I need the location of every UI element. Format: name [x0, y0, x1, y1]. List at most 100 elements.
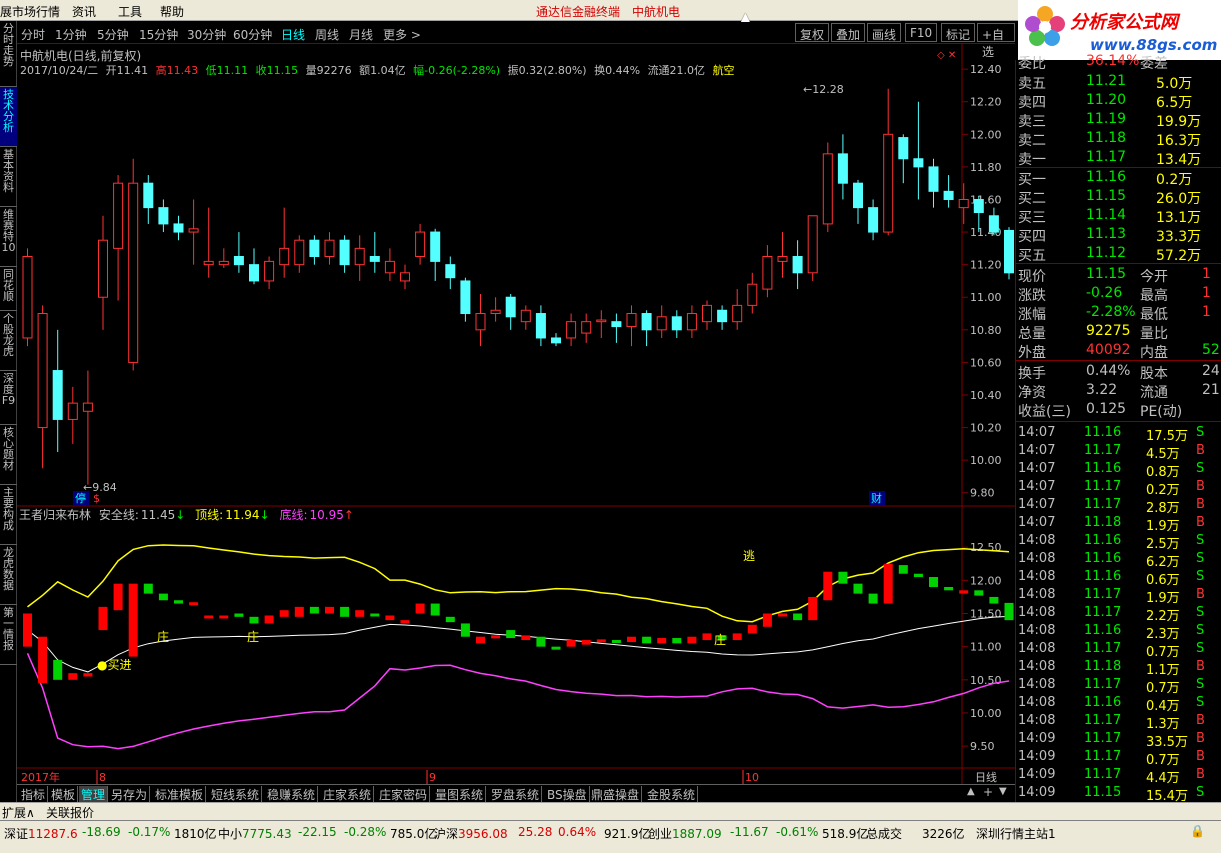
draw-line-button[interactable]: 画线 [867, 23, 902, 42]
vtab-dragon-data[interactable]: 龙虎数据 [0, 545, 17, 605]
candle-down [460, 280, 471, 315]
candle-up [279, 247, 290, 266]
tab-bs-trade[interactable]: BS操盘 [545, 786, 590, 802]
indicator-bar [340, 606, 350, 617]
menu-news[interactable]: 资讯 [72, 3, 96, 20]
indicator-bar [1004, 602, 1014, 621]
stat-row: 涨跌 -0.26 最高 1 [1018, 285, 1211, 304]
kline-chart[interactable]: 12.4012.2012.0011.8011.6011.4011.2011.00… [17, 44, 1015, 788]
vtab-composition[interactable]: 主要构成 [0, 485, 17, 545]
menu-market[interactable]: 展市场行情 [0, 3, 60, 20]
related-quote-button[interactable]: 关联报价 [46, 804, 94, 821]
candle-up [67, 402, 78, 420]
tab-steady-system[interactable]: 稳赚系统 [265, 786, 319, 802]
tab-dealer-system[interactable]: 庄家系统 [321, 786, 375, 802]
indicator-bar [204, 615, 214, 619]
indicator-bar [581, 640, 591, 645]
tab-indicator[interactable]: 指标 [19, 786, 49, 802]
sz-amount: 1810亿 [174, 827, 217, 841]
bollinger-indicator: ●买进 庄 庄 庄 逃 [23, 544, 1014, 750]
svg-text:2017年: 2017年 [21, 770, 60, 784]
tab-template[interactable]: 模板 [49, 786, 79, 802]
vtab-tonghuashun[interactable]: 同花顺 [0, 267, 17, 311]
menu-tools[interactable]: 工具 [118, 3, 142, 20]
ask-level: 卖四 11.20 6.5万 [1018, 92, 1193, 111]
period-60min[interactable]: 60分钟 [233, 26, 272, 43]
status-bar: 深证11287.6 -18.69 -0.17% 1810亿 中小7775.43 … [0, 820, 1221, 853]
indicator-bar [113, 583, 123, 611]
tab-short-system[interactable]: 短线系统 [209, 786, 263, 802]
vtab-intraday[interactable]: 分时走势 [0, 21, 17, 87]
candle-down [792, 256, 803, 274]
tab-standard-template[interactable]: 标准模板 [153, 786, 207, 802]
tab-dealer-code[interactable]: 庄家密码 [377, 786, 431, 802]
price-tick-label: 10.80 [970, 324, 1002, 337]
overlay-button[interactable]: 叠加 [831, 23, 866, 42]
candle-down [717, 309, 728, 323]
vtab-dragon-tiger[interactable]: 个股龙虎 [0, 311, 17, 371]
scroll-right-icon[interactable]: ▼ [999, 786, 1007, 797]
vtab-technical[interactable]: 技术分析 [0, 87, 17, 147]
mark-button[interactable]: 标记 [941, 23, 976, 42]
hs-amount: 921.9亿 [604, 827, 651, 841]
period-fenshi[interactable]: 分时 [21, 26, 45, 43]
candle-down [913, 158, 924, 168]
indicator-bar [506, 630, 516, 639]
vtab-first-intel[interactable]: 第一情报 [0, 605, 17, 665]
menu-help[interactable]: 帮助 [160, 3, 184, 20]
tab-save-as[interactable]: 另存为 [109, 786, 151, 802]
expand-button[interactable]: 扩展∧ [2, 804, 35, 821]
period-daily[interactable]: 日线 [281, 26, 305, 43]
close-chart-icon[interactable]: ◇ ✕ [937, 50, 956, 61]
dollar-marker[interactable]: $ [93, 492, 100, 505]
period-toolbar: 分时 1分钟 5分钟 15分钟 30分钟 60分钟 日线 周线 月线 更多 > … [17, 22, 1015, 59]
tab-dingsheng-trade[interactable]: 鼎盛操盘 [589, 786, 643, 802]
zx-change: -22.15 [298, 825, 337, 839]
period-1min[interactable]: 1分钟 [55, 26, 87, 43]
candle-down [430, 231, 441, 262]
tab-compass-system[interactable]: 罗盘系统 [489, 786, 543, 802]
tab-golden-stock[interactable]: 金股系统 [645, 786, 699, 802]
vtab-weisaite[interactable]: 维赛特10 [0, 207, 17, 267]
vtab-depth-f9[interactable]: 深度F9 [0, 371, 17, 425]
period-15min[interactable]: 15分钟 [139, 26, 178, 43]
stop-marker[interactable]: 停 [75, 491, 86, 505]
vtab-basic-info[interactable]: 基本资料 [0, 147, 17, 207]
tab-manage[interactable]: 管理 [79, 786, 109, 802]
fuquan-button[interactable]: 复权 [795, 23, 830, 42]
finance-marker[interactable]: 财 [871, 491, 882, 505]
candle-down [853, 182, 863, 209]
indicator-bar [702, 633, 712, 641]
server-station[interactable]: 深圳行情主站1 [976, 825, 1056, 842]
candle-down [369, 256, 380, 262]
indicator-bar [128, 583, 138, 657]
add-favorite-button[interactable]: +自选 [977, 23, 1015, 59]
f10-button[interactable]: F10 [905, 23, 938, 42]
scroll-add-icon[interactable]: + [983, 785, 993, 799]
indicator-bar [883, 563, 893, 604]
candle-up [566, 321, 577, 339]
period-30min[interactable]: 30分钟 [187, 26, 226, 43]
vtab-core-theme[interactable]: 核心题材 [0, 425, 17, 485]
candle-up [415, 231, 426, 258]
indicator-bar [189, 602, 199, 606]
tab-volume-system[interactable]: 量图系统 [433, 786, 487, 802]
indicator-axis: 12.50 12.00 11.50 11.00 10.50 10.00 9.50 [962, 541, 1002, 753]
candle-up [324, 239, 335, 258]
lock-icon[interactable]: 🔒 [1190, 824, 1205, 838]
indicator-bar [325, 606, 334, 614]
indicator-bar [294, 606, 304, 617]
period-monthly[interactable]: 月线 [349, 26, 373, 43]
scroll-left-icon[interactable]: ▲ [967, 786, 975, 797]
candle-up [98, 239, 108, 298]
stat-row: 外盘 40092 内盘 52 [1018, 342, 1220, 361]
candle-down [988, 215, 999, 233]
ind-tick-label: 12.00 [970, 574, 1002, 587]
candle-up [37, 313, 48, 429]
period-weekly[interactable]: 周线 [315, 26, 339, 43]
indicator-bar [83, 673, 93, 677]
indicator-bar [913, 573, 923, 578]
candle-up [596, 319, 607, 323]
period-5min[interactable]: 5分钟 [97, 26, 129, 43]
period-more[interactable]: 更多 > [383, 26, 421, 43]
